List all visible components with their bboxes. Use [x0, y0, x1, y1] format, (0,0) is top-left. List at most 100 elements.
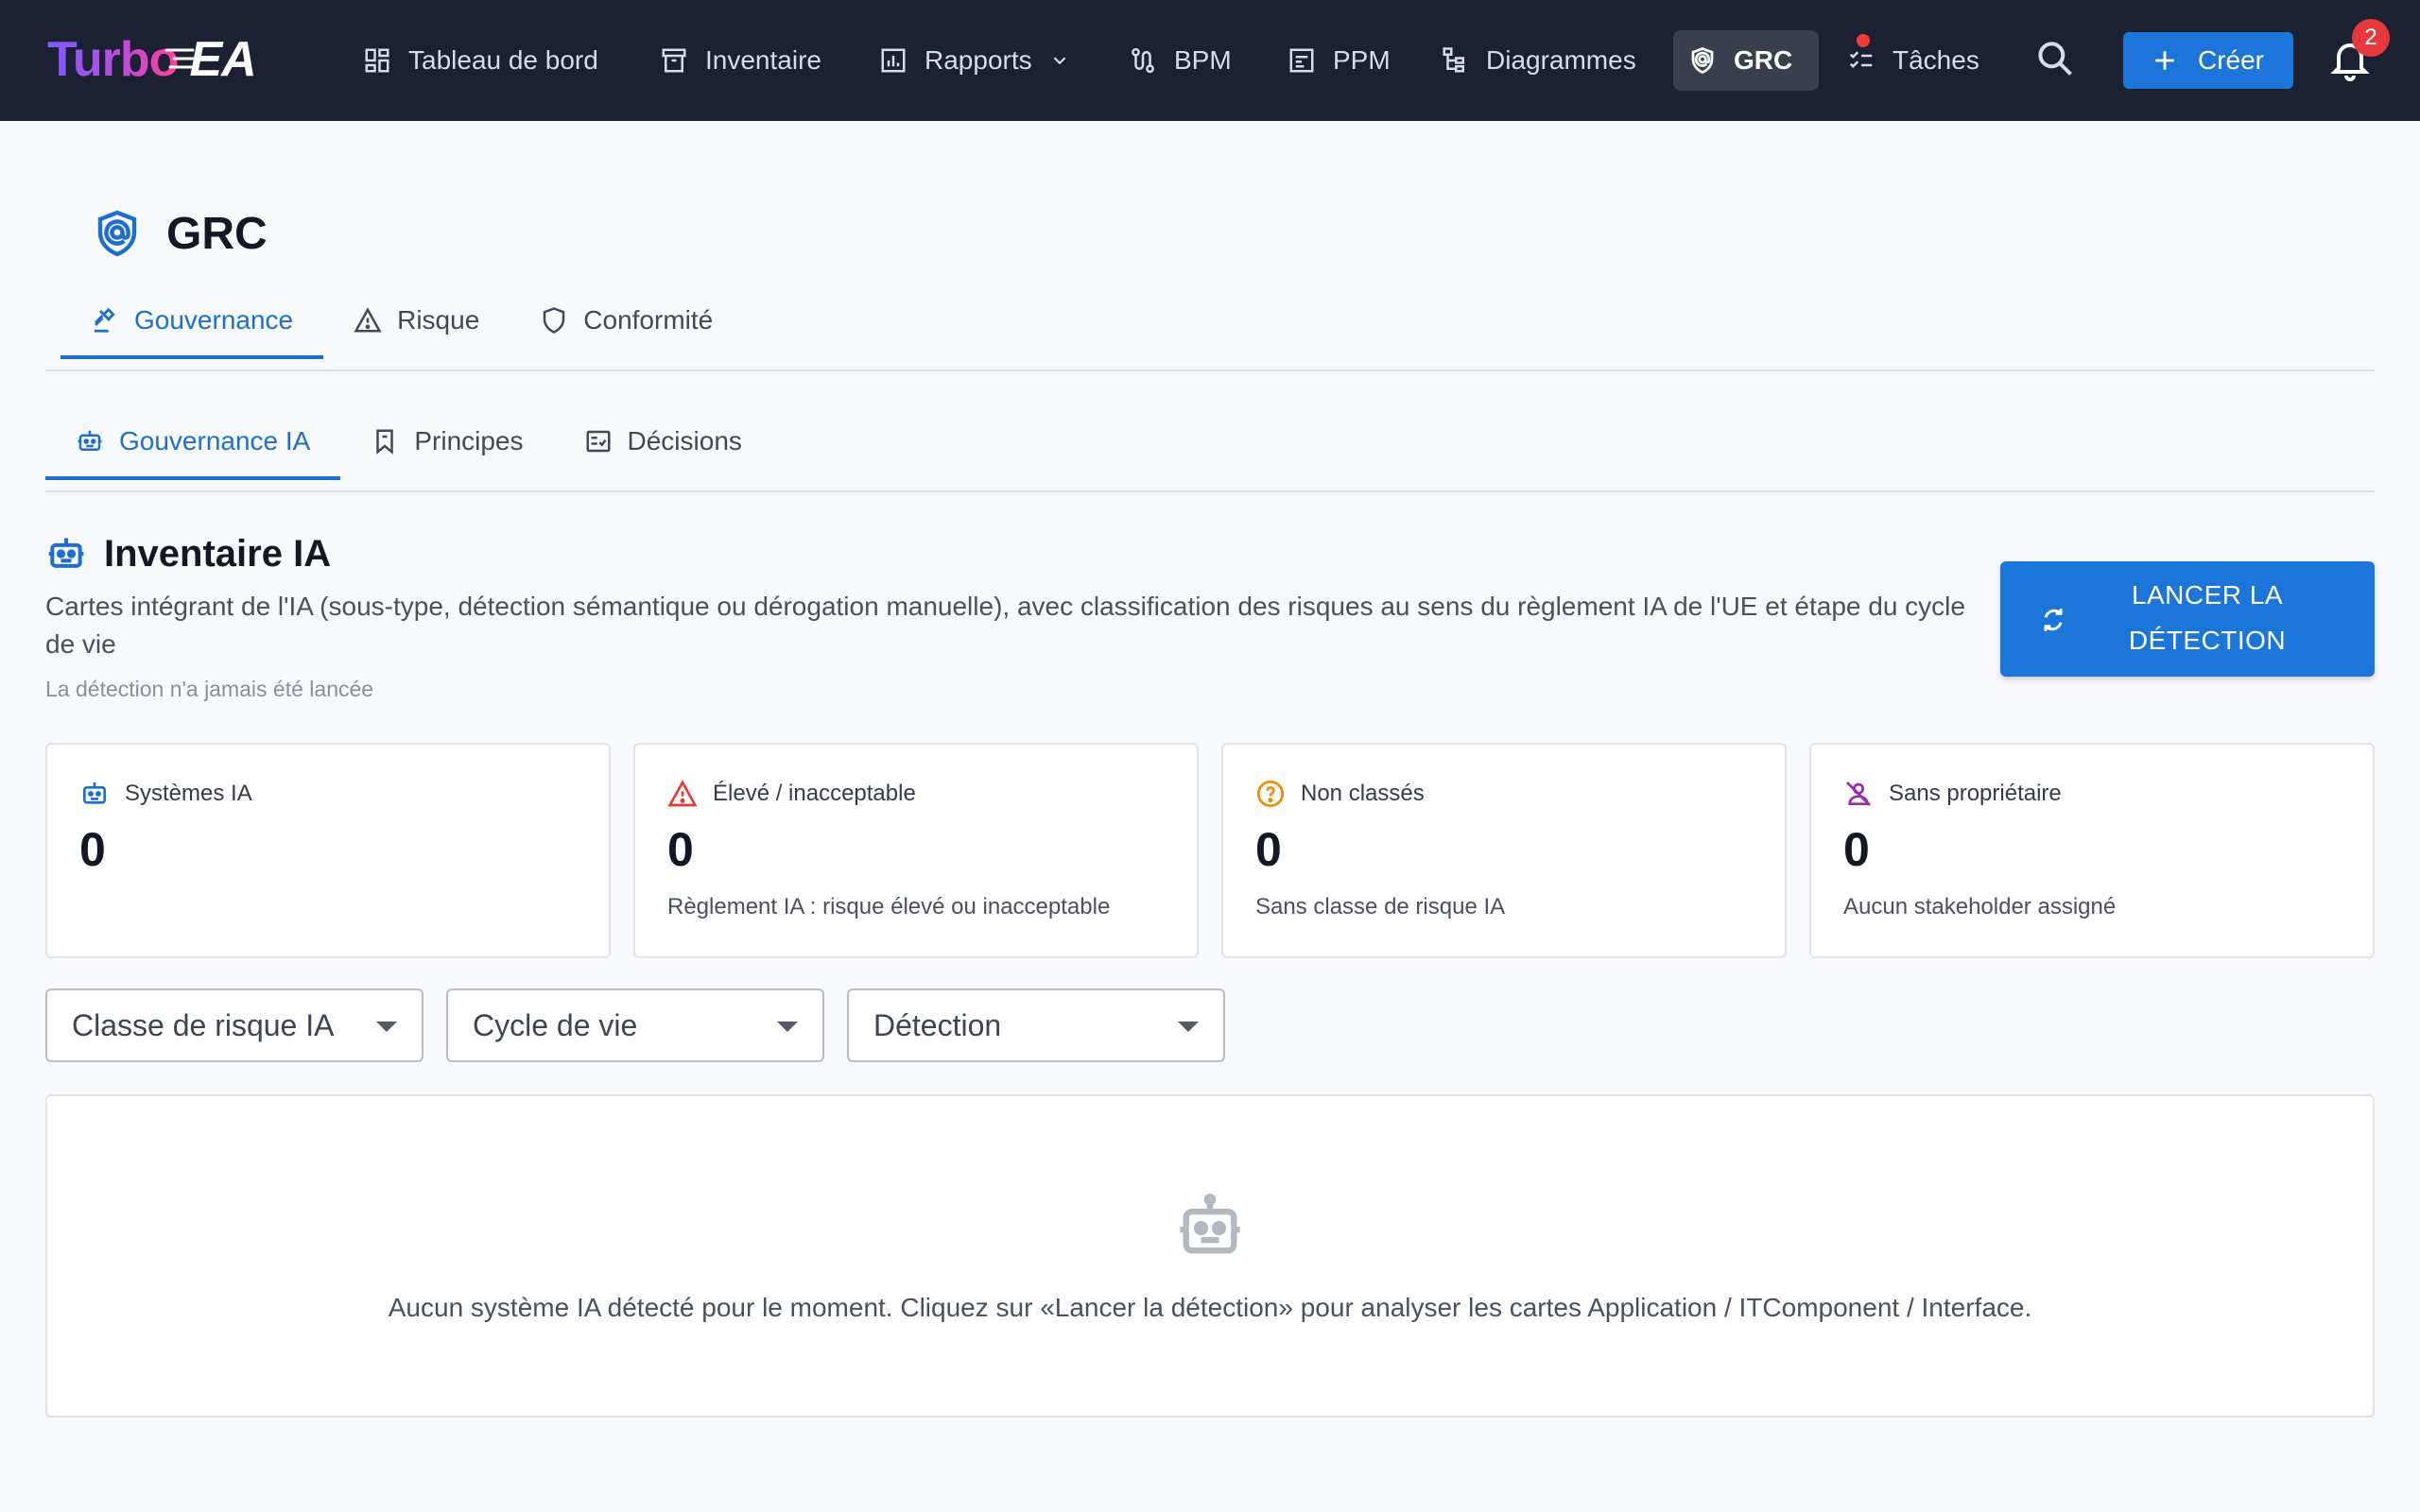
- empty-state-panel: Aucun système IA détecté pour le moment.…: [45, 1094, 2375, 1418]
- robot-icon: [1180, 1194, 1240, 1254]
- nav-item-dashboard[interactable]: Tableau de bord: [348, 30, 614, 91]
- section-description: Cartes intégrant de l'IA (sous-type, dét…: [45, 592, 1965, 659]
- main-tabs-divider: [45, 369, 2375, 371]
- nav-item-label: BPM: [1174, 45, 1232, 75]
- speed-lines-icon: [164, 48, 195, 69]
- kpi-card-header: Systèmes IA: [79, 779, 252, 809]
- nav-item-label: PPM: [1333, 45, 1391, 75]
- search-button[interactable]: [2034, 38, 2076, 79]
- select-label: Cycle de vie: [473, 1007, 638, 1042]
- kpi-card-header: Non classés: [1255, 779, 1425, 809]
- main-tabs: Gouvernance Risque Conformité: [60, 284, 743, 359]
- tab-conformite[interactable]: Conformité: [510, 284, 743, 357]
- run-detection-label-line1: LANCER LA: [2131, 580, 2284, 610]
- sub-tabs: Gouvernance IA Principes Décisions: [45, 404, 772, 480]
- tab-gouvernance[interactable]: Gouvernance: [60, 284, 324, 359]
- dashboard-icon: [365, 48, 389, 73]
- shield-icon: [97, 210, 137, 257]
- kpi-card-subtitle: Aucun stakeholder assigné: [1843, 894, 2117, 919]
- help-circle-icon: [1257, 781, 1284, 807]
- select-label: Classe de risque IA: [72, 1007, 335, 1042]
- tab-label: Gouvernance IA: [119, 426, 311, 455]
- notification-count-badge: 2: [2352, 19, 2390, 57]
- kpi-card-ai-systems: Systèmes IA 0: [45, 743, 611, 958]
- nav-item-grc[interactable]: GRC: [1673, 30, 1819, 91]
- tab-label: Risque: [397, 305, 480, 335]
- kpi-card-subtitle: Règlement IA : risque élevé ou inaccepta…: [667, 894, 1111, 919]
- nav-item-ppm[interactable]: PPM: [1272, 30, 1406, 91]
- kpi-card-label: Sans propriétaire: [1889, 781, 2062, 806]
- warning-triangle-icon: [667, 780, 698, 807]
- archive-icon: [662, 48, 686, 73]
- tab-label: Gouvernance: [134, 305, 294, 335]
- tab-risque[interactable]: Risque: [323, 284, 510, 357]
- tab-gouvernance-ia[interactable]: Gouvernance IA: [45, 404, 341, 480]
- kpi-card-value: 0: [667, 823, 694, 876]
- kpi-card-value: 0: [79, 823, 106, 876]
- robot-icon: [83, 782, 106, 804]
- nav-item-reports[interactable]: Rapports: [864, 30, 1085, 91]
- report-chart-icon: [881, 48, 906, 73]
- checklist-icon: [1849, 51, 1873, 69]
- refresh-icon: [2044, 609, 2063, 631]
- brand-name-part1: Turbo: [47, 32, 179, 87]
- diagram-tree-icon: [1443, 47, 1464, 73]
- lifecycle-select[interactable]: Cycle de vie: [446, 988, 824, 1062]
- brand-name-part2-text: EA: [189, 32, 256, 87]
- tab-decisions[interactable]: Décisions: [554, 404, 772, 478]
- section-title: Inventaire IA: [104, 532, 332, 575]
- kpi-card-no-owner: Sans propriétaire 0 Aucun stakeholder as…: [1809, 743, 2375, 958]
- nav-item-diagrams[interactable]: Diagrammes: [1426, 30, 1651, 91]
- run-detection-button[interactable]: LANCER LA DÉTECTION: [2000, 561, 2375, 677]
- search-icon: [2038, 42, 2072, 76]
- plus-icon: [2155, 51, 2174, 70]
- shield-outline-icon: [544, 307, 565, 334]
- nav-item-label: Diagrammes: [1486, 45, 1636, 75]
- app-logo[interactable]: Turbo EA: [47, 28, 257, 91]
- robot-icon: [78, 430, 102, 451]
- detection-select[interactable]: Détection: [847, 988, 1225, 1062]
- nav-item-bpm[interactable]: BPM: [1114, 30, 1247, 91]
- sub-tabs-divider: [45, 490, 2375, 492]
- top-navigation-bar: Turbo EA Tableau de bord Inventaire Rapp…: [0, 0, 2420, 121]
- run-detection-label-line2: DÉTECTION: [2128, 626, 2287, 655]
- dropdown-arrow-icon: [376, 1022, 397, 1032]
- tab-label: Conformité: [583, 305, 714, 335]
- kpi-card-unclassified: Non classés 0 Sans classe de risque IA: [1221, 743, 1787, 958]
- kpi-card-header: Sans propriétaire: [1843, 779, 2062, 809]
- create-button-label: Créer: [2197, 45, 2264, 75]
- robot-icon: [48, 538, 84, 568]
- chevron-down-icon: [1053, 57, 1065, 65]
- page-title: GRC: [95, 200, 268, 266]
- detection-status-note: La détection n'a jamais été lancée: [45, 677, 374, 701]
- ai-risk-class-select[interactable]: Classe de risque IA: [45, 988, 424, 1062]
- kpi-card-value: 0: [1843, 823, 1870, 876]
- kpi-card-high-risk: Élevé / inacceptable 0 Règlement IA : ri…: [633, 743, 1199, 958]
- gavel-icon: [94, 307, 115, 333]
- tab-label: Décisions: [627, 426, 742, 455]
- fact-check-icon: [586, 430, 611, 453]
- tab-principes[interactable]: Principes: [340, 404, 553, 478]
- nav-item-inventory[interactable]: Inventaire: [645, 30, 837, 91]
- kpi-cards: Systèmes IA 0 Élevé / inacceptable 0 Règ…: [45, 743, 2375, 958]
- create-button[interactable]: Créer: [2123, 32, 2293, 89]
- kpi-card-subtitle: Sans classe de risque IA: [1255, 894, 1506, 919]
- process-route-icon: [1132, 47, 1154, 74]
- kpi-card-header: Élevé / inacceptable: [667, 779, 916, 809]
- nav-item-label: Inventaire: [705, 45, 821, 75]
- nav-item-label: GRC: [1734, 45, 1793, 75]
- kpi-card-value: 0: [1255, 823, 1282, 876]
- warning-triangle-icon: [354, 307, 382, 333]
- kpi-card-label: Systèmes IA: [125, 781, 252, 806]
- nav-item-tasks[interactable]: Tâches: [1832, 30, 1995, 91]
- select-label: Détection: [873, 1007, 1002, 1042]
- portfolio-icon: [1289, 48, 1314, 73]
- shield-icon: [1691, 47, 1714, 75]
- kpi-card-label: Non classés: [1301, 781, 1425, 806]
- section-header: Inventaire IA: [45, 525, 331, 582]
- person-off-icon: [1846, 782, 1871, 806]
- run-detection-label: LANCER LA DÉTECTION: [2078, 573, 2337, 663]
- brand-name-part2: EA: [164, 31, 257, 88]
- tab-label: Principes: [414, 426, 524, 455]
- nav-item-label: Tâches: [1893, 45, 1979, 75]
